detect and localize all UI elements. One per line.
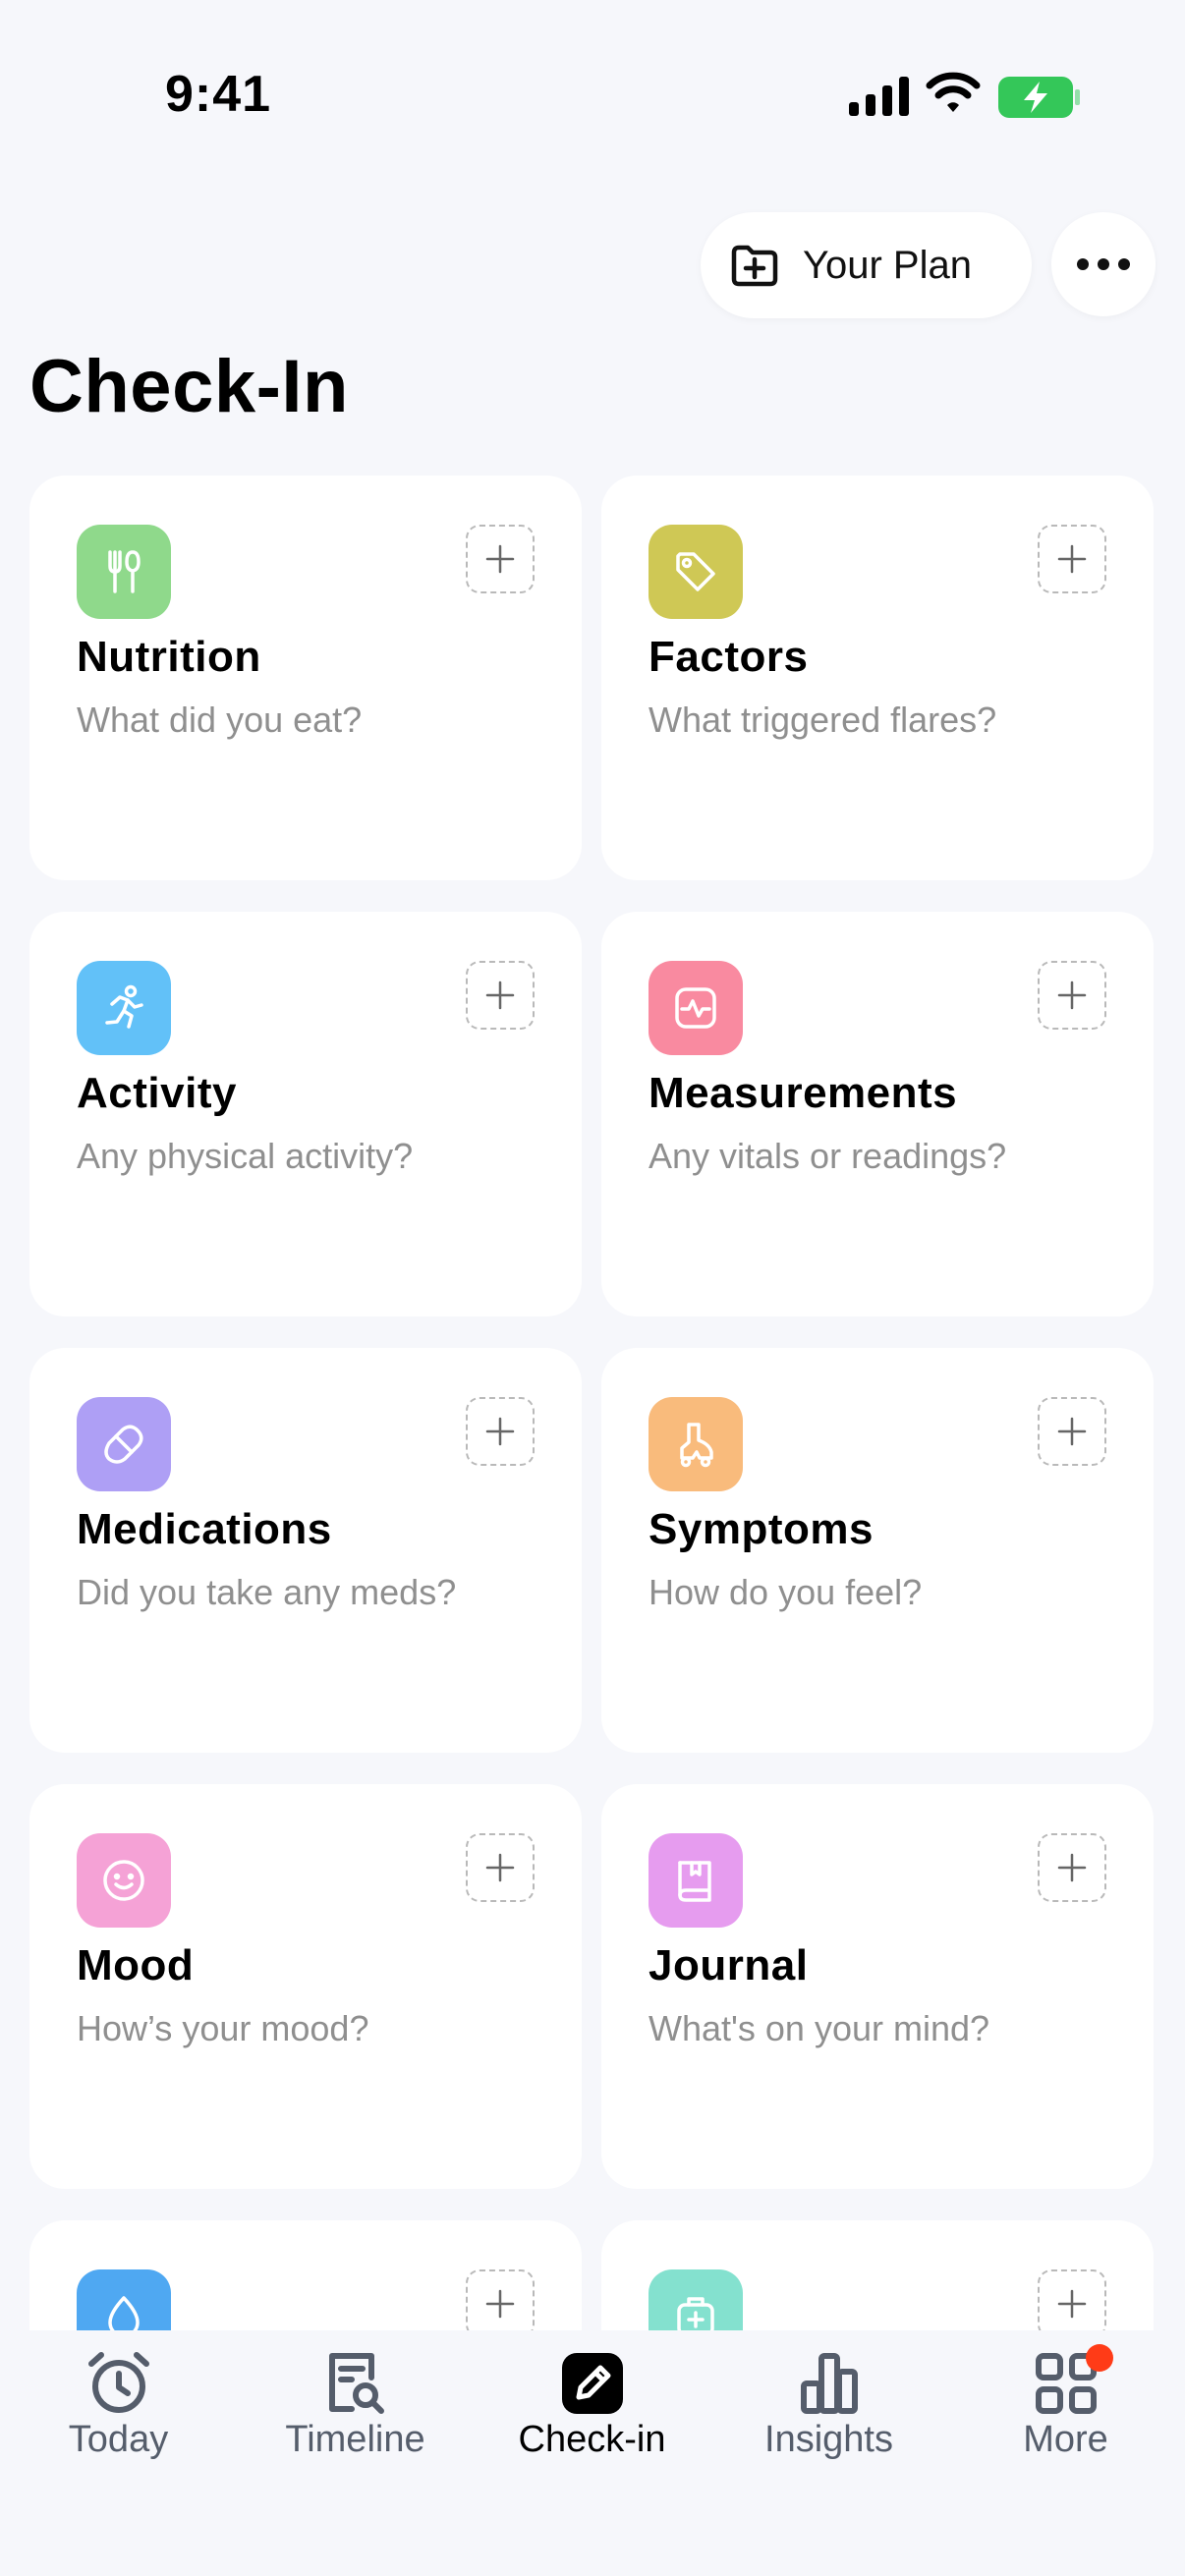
water-drop-icon: [77, 2269, 171, 2330]
card-activity[interactable]: Activity Any physical activity?: [29, 912, 582, 1316]
tab-label: Insights: [764, 2419, 893, 2460]
tab-label: More: [1023, 2419, 1108, 2460]
card-subtitle: Any physical activity?: [77, 1136, 414, 1176]
card-measurements[interactable]: Measurements Any vitals or readings?: [601, 912, 1154, 1316]
plus-icon: [485, 1853, 515, 1882]
card-journal[interactable]: Journal What's on your mind?: [601, 1784, 1154, 2189]
card-subtitle: Did you take any meds?: [77, 1572, 457, 1612]
add-mood-button[interactable]: [466, 1833, 535, 1902]
card-health[interactable]: [601, 2220, 1154, 2330]
smile-icon: [77, 1833, 171, 1928]
tab-timeline[interactable]: Timeline: [237, 2338, 474, 2476]
tab-label: Timeline: [285, 2419, 425, 2460]
alarm-clock-icon: [85, 2338, 152, 2417]
add-medications-button[interactable]: [466, 1397, 535, 1466]
plus-icon: [1057, 980, 1087, 1010]
wifi-icon: [926, 72, 981, 112]
utensils-icon: [77, 525, 171, 619]
plus-icon: [1057, 1417, 1087, 1446]
add-measurements-button[interactable]: [1038, 961, 1106, 1030]
battery-charging-icon: [998, 77, 1080, 118]
edit-icon: [559, 2338, 626, 2417]
tab-more[interactable]: More: [947, 2338, 1184, 2476]
tab-label: Check-in: [518, 2419, 666, 2460]
card-hydration[interactable]: [29, 2220, 582, 2330]
add-factors-button[interactable]: [1038, 525, 1106, 593]
plus-icon: [1057, 1853, 1087, 1882]
card-title: Factors: [649, 633, 809, 681]
plus-icon: [1057, 544, 1087, 574]
plus-icon: [485, 980, 515, 1010]
add-health-button[interactable]: [1038, 2269, 1106, 2330]
body-icon: [649, 1397, 743, 1491]
card-factors[interactable]: Factors What triggered flares?: [601, 476, 1154, 880]
card-title: Measurements: [649, 1069, 958, 1117]
card-subtitle: What's on your mind?: [649, 2008, 990, 2048]
plus-icon: [485, 1417, 515, 1446]
notification-badge: [1085, 2344, 1113, 2372]
card-title: Journal: [649, 1941, 809, 1989]
card-subtitle: Any vitals or readings?: [649, 1136, 1007, 1176]
card-medications[interactable]: Medications Did you take any meds?: [29, 1348, 582, 1753]
add-nutrition-button[interactable]: [466, 525, 535, 593]
card-title: Mood: [77, 1941, 195, 1989]
more-options-button[interactable]: [1051, 212, 1156, 316]
card-title: Medications: [77, 1505, 332, 1553]
add-activity-button[interactable]: [466, 961, 535, 1030]
add-symptoms-button[interactable]: [1038, 1397, 1106, 1466]
card-nutrition[interactable]: Nutrition What did you eat?: [29, 476, 582, 880]
card-title: Activity: [77, 1069, 237, 1117]
bar-chart-icon: [796, 2338, 863, 2417]
tab-label: Today: [68, 2419, 169, 2460]
add-hydration-button[interactable]: [466, 2269, 535, 2330]
plus-icon: [1057, 2289, 1087, 2319]
card-mood[interactable]: Mood How’s your mood?: [29, 1784, 582, 2189]
book-icon: [649, 1833, 743, 1928]
tag-icon: [649, 525, 743, 619]
card-subtitle: How’s your mood?: [77, 2008, 369, 2048]
tab-insights[interactable]: Insights: [710, 2338, 947, 2476]
plus-icon: [485, 544, 515, 574]
tab-check-in[interactable]: Check-in: [474, 2338, 710, 2476]
page-title: Check-In: [29, 345, 349, 428]
tab-bar: Today Timeline Check-in Insights More: [0, 2330, 1185, 2576]
card-symptoms[interactable]: Symptoms How do you feel?: [601, 1348, 1154, 1753]
medical-kit-icon: [649, 2269, 743, 2330]
card-subtitle: What did you eat?: [77, 700, 363, 740]
card-title: Nutrition: [77, 633, 261, 681]
card-subtitle: How do you feel?: [649, 1572, 923, 1612]
pill-icon: [77, 1397, 171, 1491]
status-bar: 9:41: [0, 0, 1185, 187]
check-in-grid: Nutrition What did you eat? Factors What…: [0, 472, 1185, 2330]
add-journal-button[interactable]: [1038, 1833, 1106, 1902]
your-plan-label: Your Plan: [803, 243, 972, 287]
plus-icon: [485, 2289, 515, 2319]
card-subtitle: What triggered flares?: [649, 700, 997, 740]
status-time: 9:41: [165, 66, 272, 123]
your-plan-button[interactable]: Your Plan: [701, 212, 1032, 318]
folder-add-icon: [731, 245, 778, 287]
running-icon: [77, 961, 171, 1055]
ellipsis-icon: [1077, 258, 1130, 270]
cellular-signal-icon: [849, 77, 909, 116]
heart-monitor-icon: [649, 961, 743, 1055]
grid-icon: [1033, 2338, 1113, 2417]
card-title: Symptoms: [649, 1505, 874, 1553]
document-search-icon: [322, 2338, 389, 2417]
tab-today[interactable]: Today: [0, 2338, 237, 2476]
